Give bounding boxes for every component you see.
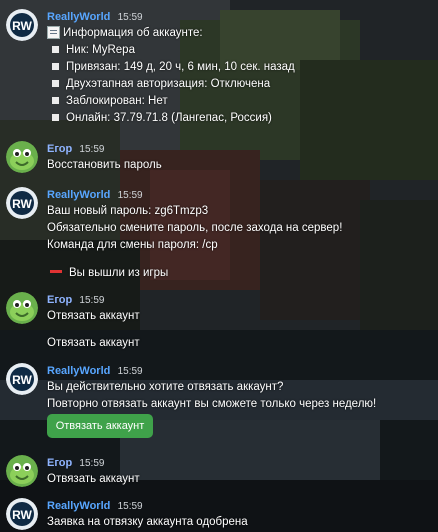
bot-avatar[interactable]: RW (6, 363, 38, 395)
info-item: Ник: MyRepa (66, 44, 135, 56)
message-time: 15:59 (117, 12, 143, 23)
message-text: Отвязать аккаунт (47, 473, 140, 485)
author-name[interactable]: ReallyWorld (47, 11, 110, 23)
user-avatar[interactable] (6, 455, 38, 487)
info-item: Онлайн: 37.79.71.8 (Лангепас, Россия) (66, 112, 272, 124)
svg-text:RW: RW (12, 19, 32, 33)
user-avatar[interactable] (6, 141, 38, 173)
bullet-icon (52, 45, 59, 53)
message-text: Заявка на отвязку аккаунта одобрена (47, 516, 248, 528)
bot-avatar[interactable]: RW (6, 9, 38, 41)
author-name[interactable]: Егор (47, 143, 72, 155)
message-time: 15:59 (117, 190, 143, 201)
message-text: Команда для смены пароля: /cp (47, 239, 218, 251)
info-title: Информация об аккаунте: (63, 27, 203, 39)
message-time: 15:59 (79, 144, 105, 155)
message-time: 15:59 (79, 458, 105, 469)
svg-text:RW: RW (12, 197, 32, 211)
status-text: Вы вышли из игры (69, 267, 169, 279)
message-text: Отвязать аккаунт (47, 337, 140, 349)
author-name[interactable]: ReallyWorld (47, 500, 110, 512)
bullet-icon (52, 96, 59, 104)
author-name[interactable]: Егор (47, 457, 72, 469)
message-text: Ваш новый пароль: zg6Tmzp3 (47, 205, 209, 217)
message-text: Обязательно смените пароль, после захода… (47, 222, 343, 234)
info-item: Заблокирован: Нет (66, 95, 168, 107)
message-time: 15:59 (79, 295, 105, 306)
svg-text:RW: RW (12, 508, 32, 522)
bullet-icon (52, 79, 59, 87)
info-item: Двухэтапная авторизация: Отключена (66, 78, 271, 90)
memo-icon (47, 25, 60, 39)
bullet-icon (52, 113, 59, 121)
chat-feed: RW ReallyWorld 15:59 Информация об аккау… (0, 0, 438, 532)
message-text: Отвязать аккаунт (47, 310, 140, 322)
message-time: 15:59 (117, 501, 143, 512)
svg-text:RW: RW (12, 373, 32, 387)
author-name[interactable]: Егор (47, 294, 72, 306)
author-name[interactable]: ReallyWorld (47, 365, 110, 377)
message-time: 15:59 (117, 366, 143, 377)
exit-marker-icon (50, 269, 62, 273)
bot-avatar[interactable]: RW (6, 498, 38, 530)
unlink-account-button[interactable]: Отвязать аккаунт (47, 414, 153, 438)
bullet-icon (52, 62, 59, 70)
message-text: Вы действительно хотите отвязать аккаунт… (47, 381, 284, 393)
author-name[interactable]: ReallyWorld (47, 189, 110, 201)
info-item: Привязан: 149 д, 20 ч, 6 мин, 10 сек. на… (66, 61, 295, 73)
message-text: Повторно отвязать аккаунт вы сможете тол… (47, 398, 377, 410)
bot-avatar[interactable]: RW (6, 187, 38, 219)
user-avatar[interactable] (6, 292, 38, 324)
message-text: Восстановить пароль (47, 159, 162, 171)
